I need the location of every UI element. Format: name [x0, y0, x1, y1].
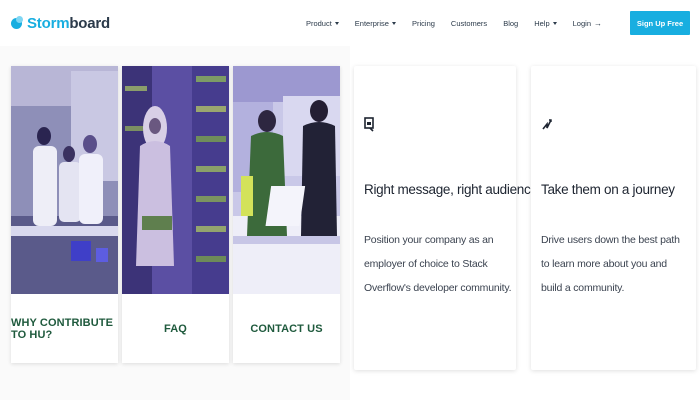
sign-up-button[interactable]: Sign Up Free	[630, 11, 690, 35]
nav-item-blog[interactable]: Blog	[495, 19, 526, 28]
office-workers-photo	[233, 66, 340, 294]
nav-label: Enterprise	[354, 18, 389, 28]
arrow-right-icon: →	[594, 18, 602, 28]
feature-description: Position your company as an employer of …	[364, 234, 512, 294]
feature-description: Drive users down the best path to learn …	[541, 234, 680, 294]
stormboard-logo[interactable]: Stormboard	[10, 12, 110, 34]
photo-card-faq[interactable]: FAQ	[122, 66, 229, 363]
site-header: Stormboard Product Enterprise Pricing Cu…	[0, 0, 700, 46]
feature-card-right-message: Right message, right audience Position y…	[354, 66, 538, 370]
nav-label: Blog	[503, 18, 519, 28]
nav-item-enterprise[interactable]: Enterprise	[347, 19, 404, 28]
feature-card-journey: Take them on a journey Drive users down …	[531, 66, 696, 370]
nav-label: Help	[534, 18, 550, 28]
chevron-down-icon	[552, 21, 557, 25]
logo-mark-icon	[10, 16, 24, 30]
nav-item-customers[interactable]: Customers	[443, 19, 495, 28]
card-caption: CONTACT US	[250, 322, 323, 335]
library-student-photo	[122, 66, 229, 294]
page: Stormboard Product Enterprise Pricing Cu…	[0, 0, 700, 400]
card-caption: WHY CONTRIBUTE TO HU?	[11, 316, 114, 341]
nav-item-product[interactable]: Product	[298, 19, 347, 28]
feature-title: Right message, right audience	[364, 182, 538, 197]
photo-card-contact-us[interactable]: CONTACT US	[233, 66, 340, 363]
path-icon	[542, 119, 552, 130]
chevron-down-icon	[334, 21, 339, 25]
photo-card-why-contribute[interactable]: WHY CONTRIBUTE TO HU?	[11, 66, 118, 363]
nav-label: Pricing	[411, 18, 435, 28]
chevron-down-icon	[391, 21, 396, 25]
nav-label: Product	[305, 18, 332, 28]
megaphone-icon	[364, 117, 374, 132]
nav-label: Customers	[450, 18, 488, 28]
nav-item-pricing[interactable]: Pricing	[404, 19, 443, 28]
nav-item-help[interactable]: Help	[526, 19, 564, 28]
main-nav: Product Enterprise Pricing Customers Blo…	[298, 0, 610, 46]
lab-scientists-photo	[11, 66, 118, 294]
login-link[interactable]: Login →	[565, 19, 610, 28]
card-caption: FAQ	[164, 322, 187, 335]
feature-title: Take them on a journey	[541, 182, 675, 197]
login-label: Login	[572, 18, 591, 28]
logo-text: Stormboard	[27, 14, 111, 32]
